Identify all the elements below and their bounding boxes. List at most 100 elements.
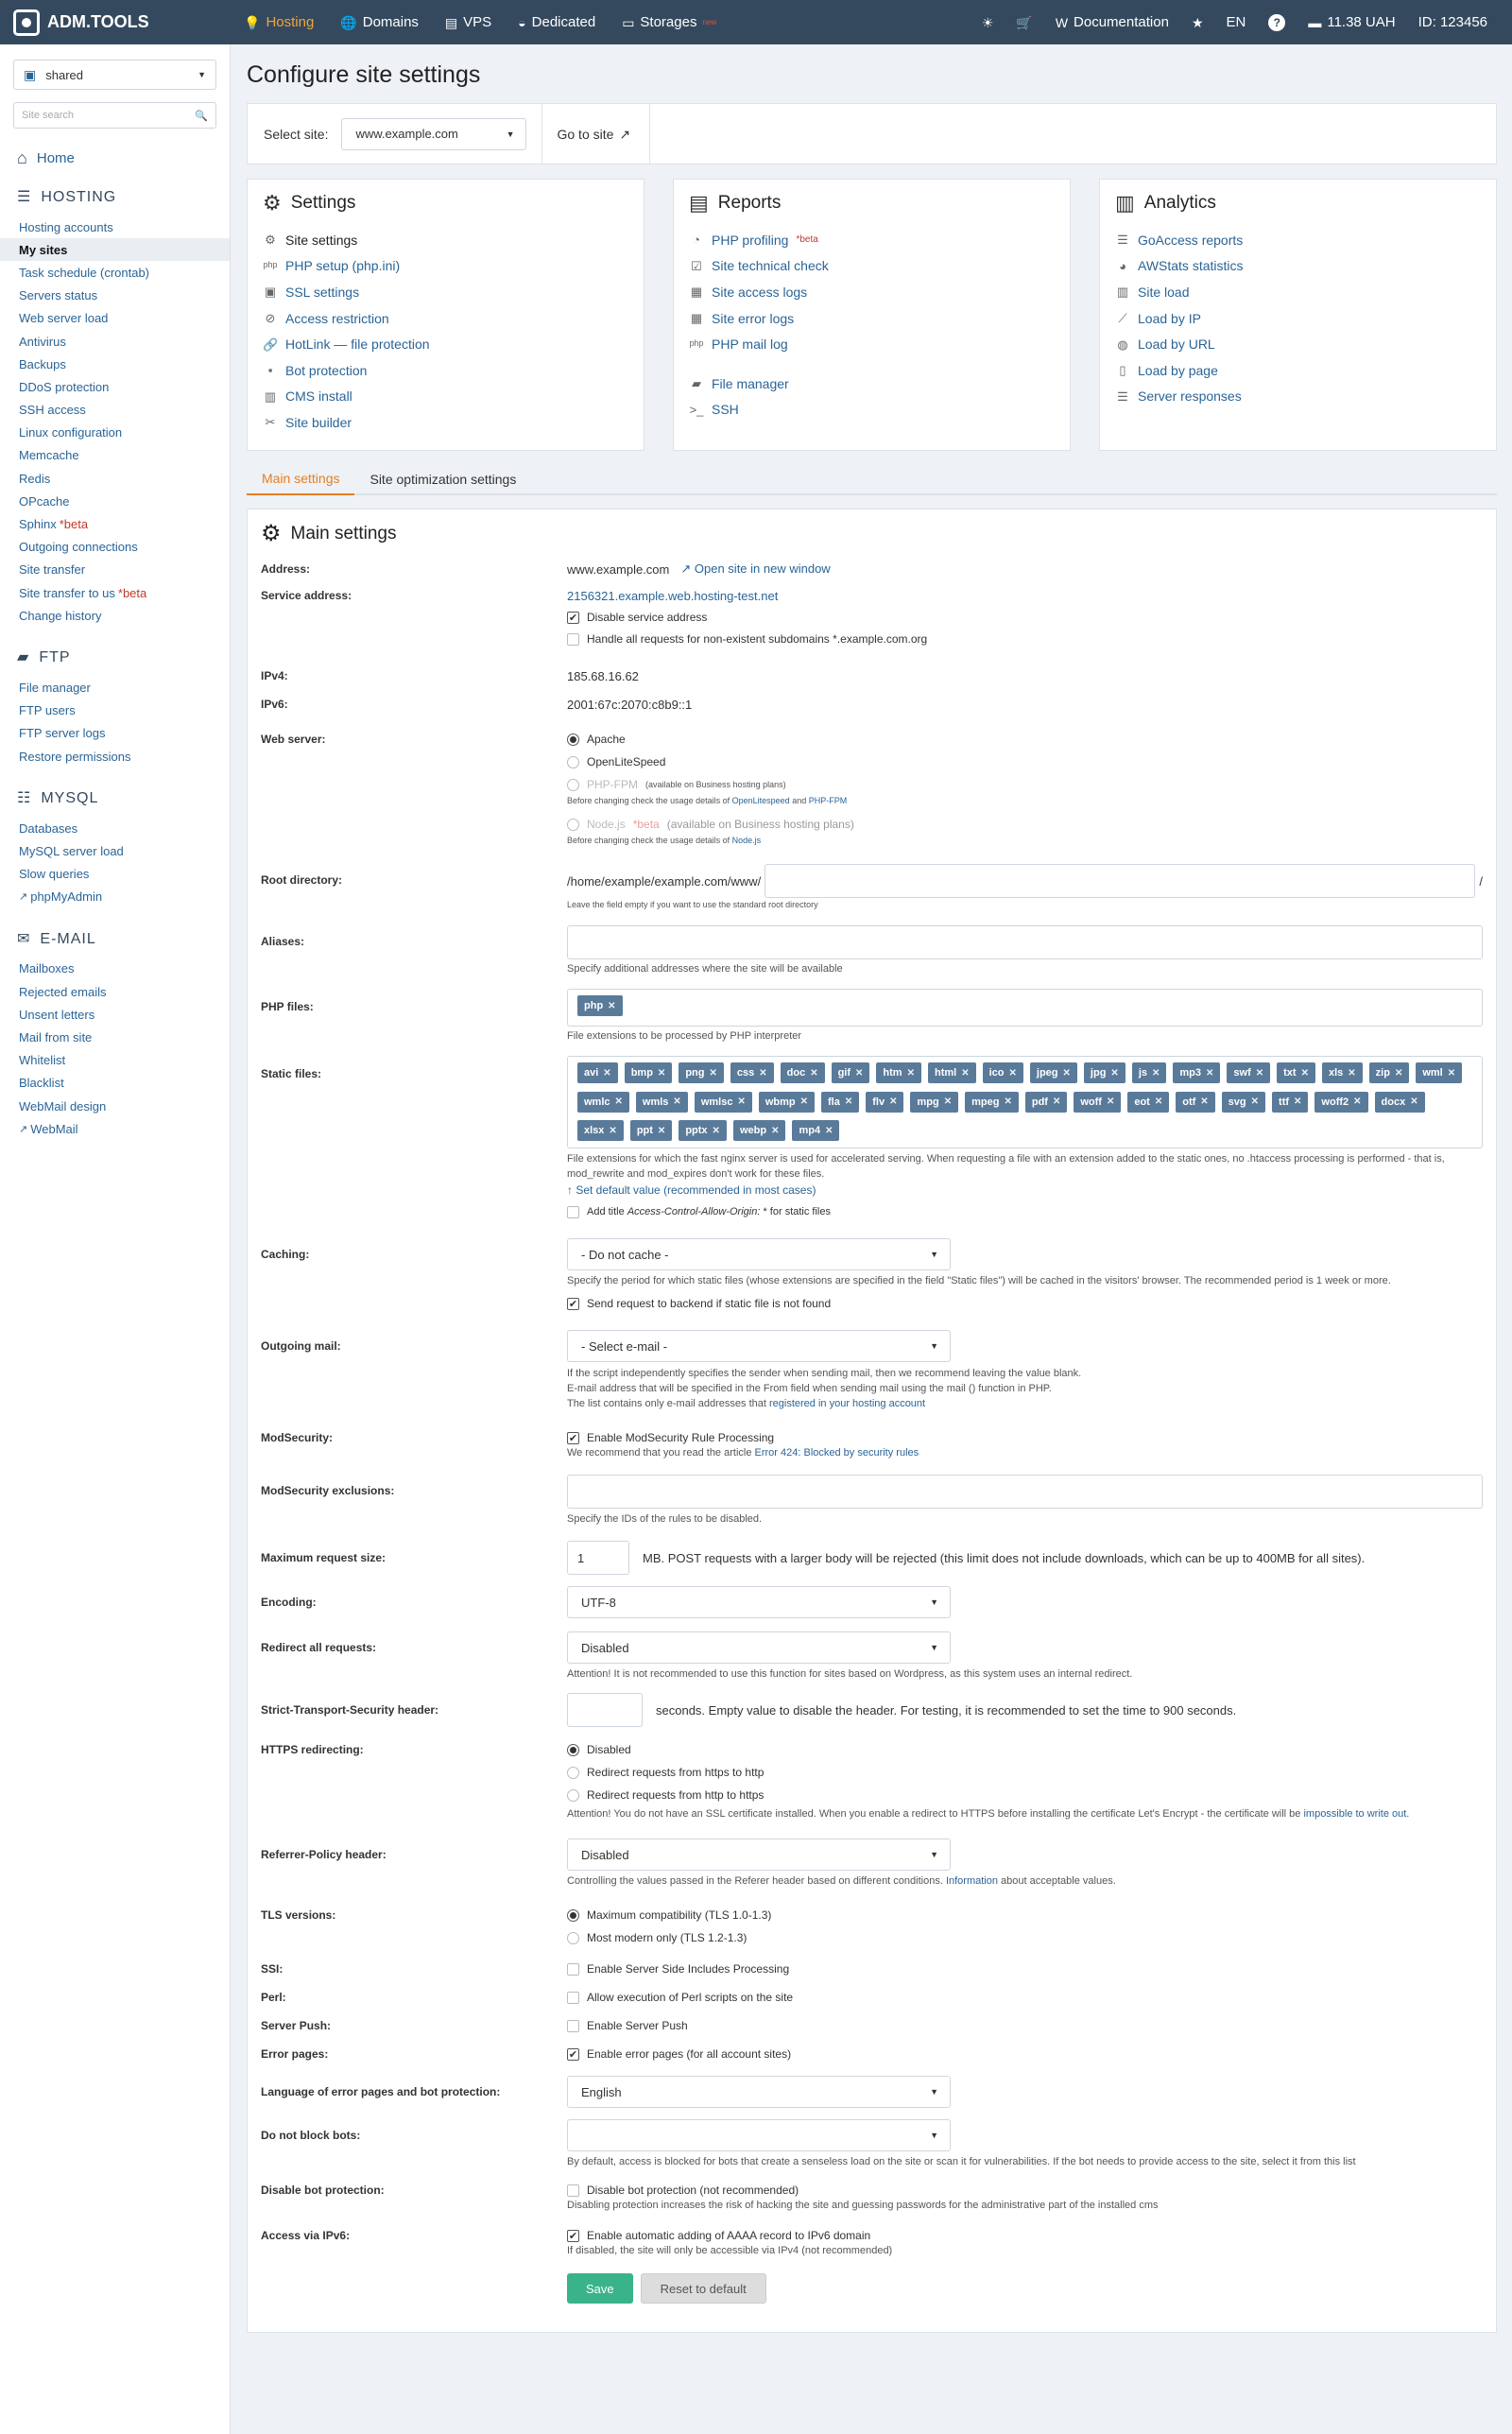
sidebar-item-mysql-mysql-server-load[interactable]: MySQL server load — [0, 839, 230, 862]
extension-tag[interactable]: pptx ✕ — [679, 1120, 727, 1142]
phpfpm-link[interactable]: PHP-FPM — [809, 796, 848, 805]
extension-tag[interactable]: docx ✕ — [1374, 1091, 1425, 1113]
sidebar-item-backups[interactable]: Backups — [0, 353, 230, 375]
remove-tag-icon[interactable]: ✕ — [709, 1068, 716, 1079]
remove-tag-icon[interactable]: ✕ — [944, 1096, 952, 1107]
extension-tag[interactable]: otf ✕ — [1176, 1091, 1215, 1113]
extension-tag[interactable]: eot ✕ — [1127, 1091, 1170, 1113]
tls-max-radio[interactable]: Maximum compatibility (TLS 1.0-1.3) — [567, 1904, 1483, 1926]
settings-link-cms-install[interactable]: ▥ CMS install — [263, 384, 628, 410]
analytics-link-site-load[interactable]: ▥ Site load — [1115, 279, 1481, 305]
go-to-site-link[interactable]: Go to site ↗ — [541, 104, 651, 164]
sidebar-item-change-history[interactable]: Change history — [0, 604, 230, 627]
extension-tag[interactable]: swf ✕ — [1227, 1062, 1271, 1083]
extension-tag[interactable]: mpg ✕ — [910, 1091, 959, 1113]
extension-tag[interactable]: bmp ✕ — [624, 1062, 673, 1083]
extension-tag[interactable]: woff ✕ — [1074, 1091, 1122, 1113]
remove-tag-icon[interactable]: ✕ — [800, 1096, 808, 1107]
nav-vps[interactable]: ▤ VPS — [432, 0, 505, 44]
remove-tag-icon[interactable]: ✕ — [1152, 1068, 1160, 1079]
extension-tag[interactable]: wmlsc ✕ — [694, 1091, 752, 1113]
sidebar-item-email-rejected-emails[interactable]: Rejected emails — [0, 980, 230, 1003]
php-files-input[interactable]: php ✕ — [567, 989, 1483, 1027]
extension-tag[interactable]: mp4 ✕ — [792, 1120, 840, 1142]
extension-tag[interactable]: js ✕ — [1131, 1062, 1167, 1083]
cors-checkbox[interactable]: Add title Access-Control-Allow-Origin: *… — [567, 1202, 1483, 1221]
remove-tag-icon[interactable]: ✕ — [1301, 1068, 1309, 1079]
registered-emails-link[interactable]: registered in your hosting account — [769, 1398, 925, 1409]
sidebar-item-sphinx[interactable]: Sphinx *beta — [0, 512, 230, 535]
settings-link-site-builder[interactable]: ✂ Site builder — [263, 409, 628, 436]
static-files-input[interactable]: avi ✕ bmp ✕ png ✕ css ✕ doc ✕ gif ✕ htm ✕ html ✕ ico ✕ jpe… — [567, 1056, 1483, 1148]
error-424-link[interactable]: Error 424: Blocked by security rules — [755, 1447, 919, 1459]
sidebar-item-ftp-ftp-users[interactable]: FTP users — [0, 699, 230, 722]
balance[interactable]: ▬ 11.38 UAH — [1297, 14, 1406, 30]
settings-link-access-restriction[interactable]: ⊘ Access restriction — [263, 305, 628, 332]
remove-tag-icon[interactable]: ✕ — [825, 1126, 833, 1136]
remove-tag-icon[interactable]: ✕ — [855, 1068, 863, 1079]
account-select[interactable]: ▣ shared ▼ — [13, 60, 216, 90]
remove-tag-icon[interactable]: ✕ — [673, 1096, 680, 1107]
account-id[interactable]: ID: 123456 — [1407, 14, 1499, 30]
remove-tag-icon[interactable]: ✕ — [961, 1068, 969, 1079]
extension-tag[interactable]: gif ✕ — [831, 1062, 870, 1083]
sidebar-item-redis[interactable]: Redis — [0, 467, 230, 490]
extension-tag[interactable]: wmls ✕ — [635, 1091, 688, 1113]
reports-link-file-manager[interactable]: ▰ File manager — [689, 371, 1055, 397]
save-button[interactable]: Save — [567, 2273, 633, 2304]
remove-tag-icon[interactable]: ✕ — [1353, 1096, 1361, 1107]
sidebar-item-ddos-protection[interactable]: DDoS protection — [0, 375, 230, 398]
tab-site-optimization[interactable]: Site optimization settings — [354, 463, 531, 495]
impossible-link[interactable]: impossible to write out. — [1303, 1808, 1409, 1820]
settings-link-site-settings[interactable]: ⚙ Site settings — [263, 227, 628, 253]
remove-tag-icon[interactable]: ✕ — [1410, 1096, 1418, 1107]
remove-tag-icon[interactable]: ✕ — [737, 1096, 745, 1107]
settings-link-php-setup[interactable]: ᵖʰᵖ PHP setup (php.ini) — [263, 253, 628, 280]
extension-tag[interactable]: jpg ✕ — [1083, 1062, 1125, 1083]
hsts-input[interactable] — [567, 1693, 643, 1727]
extension-tag[interactable]: jpeg ✕ — [1029, 1062, 1077, 1083]
extension-tag[interactable]: css ✕ — [730, 1062, 774, 1083]
remove-tag-icon[interactable]: ✕ — [658, 1068, 665, 1079]
sidebar-item-email-whitelist[interactable]: Whitelist — [0, 1049, 230, 1072]
sidebar-item-email-blacklist[interactable]: Blacklist — [0, 1072, 230, 1095]
reports-link-error-logs[interactable]: ▦ Site error logs — [689, 305, 1055, 332]
http-to-https-radio[interactable]: Redirect requests from http to https — [567, 1784, 1483, 1806]
analytics-link-awstats[interactable]: ◕ AWStats statistics — [1115, 253, 1481, 280]
remove-tag-icon[interactable]: ✕ — [1448, 1068, 1455, 1079]
extension-tag[interactable]: htm ✕ — [876, 1062, 921, 1083]
analytics-link-load-ip[interactable]: ⟋ Load by IP — [1115, 305, 1481, 332]
analytics-link-goaccess[interactable]: ☰ GoAccess reports — [1115, 227, 1481, 253]
reports-link-php-profiling[interactable]: ◔ PHP profiling *beta — [689, 227, 1055, 253]
ws-nodejs-radio[interactable]: Node.js *beta (available on Business hosti… — [567, 813, 1483, 836]
extension-tag[interactable]: xlsx ✕ — [577, 1120, 624, 1142]
extension-tag[interactable]: txt ✕ — [1277, 1062, 1315, 1083]
remove-tag-icon[interactable]: ✕ — [771, 1126, 779, 1136]
extension-tag[interactable]: php ✕ — [577, 995, 623, 1016]
nodejs-link[interactable]: Node.js — [732, 836, 762, 845]
sidebar-item-mysql-phpmyadmin[interactable]: ↗ phpMyAdmin — [0, 886, 230, 908]
remove-tag-icon[interactable]: ✕ — [1206, 1068, 1213, 1079]
referrer-policy-select[interactable]: Disabled ▼ — [567, 1838, 951, 1871]
bots-select[interactable]: ▼ — [567, 2119, 951, 2151]
remove-tag-icon[interactable]: ✕ — [608, 1001, 615, 1011]
remove-tag-icon[interactable]: ✕ — [1110, 1068, 1118, 1079]
https-disabled-radio[interactable]: Disabled — [567, 1738, 1483, 1761]
error-pages-checkbox[interactable]: ✔ Enable error pages (for all account sit… — [567, 2045, 1483, 2063]
sidebar-item-outgoing-connections[interactable]: Outgoing connections — [0, 536, 230, 559]
analytics-link-load-url[interactable]: ◍ Load by URL — [1115, 331, 1481, 357]
sidebar-home[interactable]: ⌂ Home — [13, 149, 216, 166]
extension-tag[interactable]: webp ✕ — [732, 1120, 786, 1142]
remove-tag-icon[interactable]: ✕ — [1348, 1068, 1355, 1079]
language-select[interactable]: English ▼ — [567, 2076, 951, 2108]
sidebar-item-hosting-accounts[interactable]: Hosting accounts — [0, 216, 230, 238]
sidebar-item-task-schedule-crontab[interactable]: Task schedule (crontab) — [0, 261, 230, 284]
caching-select[interactable]: - Do not cache - ▼ — [567, 1238, 951, 1270]
redirect-select[interactable]: Disabled ▼ — [567, 1631, 951, 1664]
sidebar-item-email-webmail[interactable]: ↗ WebMail — [0, 1117, 230, 1140]
bot-protection-checkbox[interactable]: Disable bot protection (not recommended) — [567, 2181, 1483, 2200]
max-request-input[interactable]: 1 — [567, 1541, 629, 1575]
access-ipv6-checkbox[interactable]: ✔ Enable automatic adding of AAAA record … — [567, 2226, 1483, 2245]
sidebar-item-mysql-databases[interactable]: Databases — [0, 817, 230, 839]
send-backend-checkbox[interactable]: ✔ Send request to backend if static file … — [567, 1294, 1483, 1313]
